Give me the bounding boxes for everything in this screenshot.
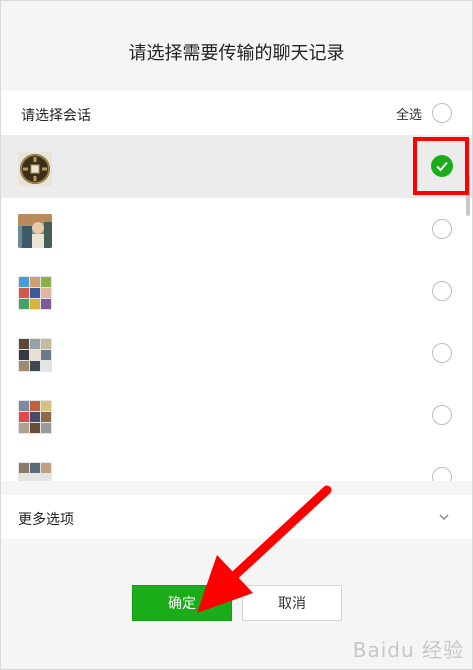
list-item[interactable] [1,198,472,260]
select-all-label[interactable]: 全选 [396,104,422,123]
cancel-button[interactable]: 取消 [242,585,342,621]
group-avatar-icon [18,400,52,434]
select-conversation-row: 请选择会话 全选 [1,91,472,136]
list-item[interactable] [1,136,472,198]
conversation-radio[interactable] [432,405,452,425]
conversation-radio[interactable] [432,219,452,239]
more-options-label: 更多选项 [18,512,74,528]
more-options-row[interactable]: 更多选项 [1,495,472,539]
conversation-radio[interactable] [432,343,452,363]
annotation-highlight-box [413,137,469,195]
group-avatar-icon [18,462,52,481]
conversation-radio[interactable] [432,281,452,301]
select-all-radio[interactable] [432,103,452,123]
photo-avatar-icon [18,214,52,248]
conversation-list [1,136,472,481]
transfer-chat-dialog: 请选择需要传输的聊天记录 请选择会话 全选 更多选项 确定 取消 Baidu 经… [0,0,473,670]
select-conversation-label: 请选择会话 [21,108,91,124]
group-avatar-icon [18,276,52,310]
chevron-down-icon[interactable] [438,511,450,523]
conversation-radio[interactable] [432,467,452,481]
dialog-title: 请选择需要传输的聊天记录 [128,43,345,64]
list-item[interactable] [1,384,472,446]
list-item[interactable] [1,260,472,322]
watermark: Baidu 经验 [352,638,464,662]
coin-avatar-icon [18,152,52,186]
list-item[interactable] [1,322,472,384]
confirm-button[interactable]: 确定 [132,585,232,621]
list-item[interactable] [1,446,472,481]
group-avatar-icon [18,338,52,372]
